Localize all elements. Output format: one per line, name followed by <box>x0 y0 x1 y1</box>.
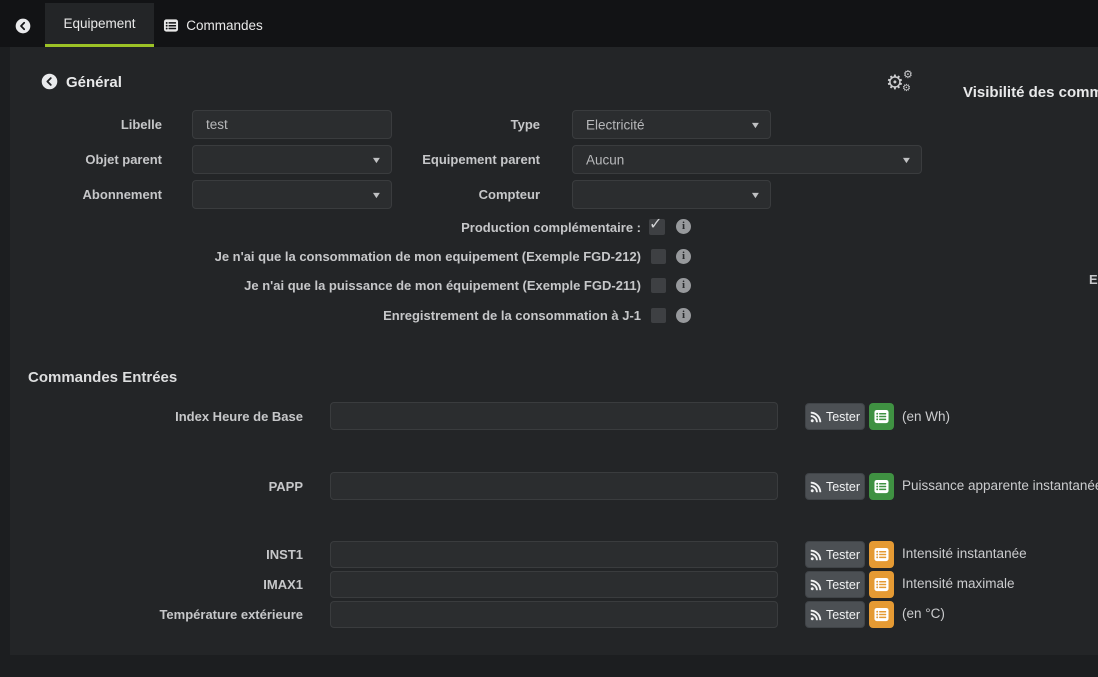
info-icon[interactable]: i <box>676 249 691 264</box>
tester-button[interactable]: Tester <box>805 601 865 628</box>
inst1-label: INST1 <box>60 547 303 562</box>
tab-equipement-label: Equipement <box>63 16 135 31</box>
papp-label: PAPP <box>60 479 303 494</box>
command-type-button[interactable] <box>869 473 894 500</box>
right-panel-partial-label: E <box>1089 272 1098 287</box>
caret-down-icon: ▼ <box>901 155 913 165</box>
type-label: Type <box>340 117 540 132</box>
tester-button[interactable]: Tester <box>805 571 865 598</box>
tester-button[interactable]: Tester <box>805 541 865 568</box>
temperature-exterieure-label: Température extérieure <box>60 607 303 622</box>
command-type-button[interactable] <box>869 571 894 598</box>
info-icon[interactable]: i <box>676 278 691 293</box>
temperature-exterieure-input[interactable] <box>330 601 778 628</box>
list-alt-icon <box>874 479 889 494</box>
enregistrement-j1-label: Enregistrement de la consommation à J-1 <box>140 308 641 323</box>
enregistrement-j1-checkbox[interactable] <box>651 308 666 323</box>
topbar: Equipement Commandes <box>0 0 1098 47</box>
imax1-input[interactable] <box>330 571 778 598</box>
conso-equipement-label: Je n'ai que la consommation de mon equip… <box>140 249 641 264</box>
general-section-title: Général <box>66 74 122 91</box>
conso-equipement-checkbox[interactable] <box>651 249 666 264</box>
list-alt-icon <box>874 607 889 622</box>
info-icon[interactable]: i <box>676 308 691 323</box>
caret-down-icon: ▼ <box>750 190 762 200</box>
objet-parent-label: Objet parent <box>20 152 162 167</box>
equipement-parent-select-value: Aucun <box>586 152 624 167</box>
type-select-value: Electricité <box>586 117 645 132</box>
production-complementaire-checkbox[interactable]: ✓ <box>649 219 665 235</box>
info-icon[interactable]: i <box>676 219 691 234</box>
list-alt-icon <box>874 577 889 592</box>
inst1-unit-label: Intensité instantanée <box>902 546 1027 561</box>
puissance-equipement-checkbox[interactable] <box>651 278 666 293</box>
check-icon: ✓ <box>649 214 662 234</box>
commandes-entrees-title: Commandes Entrées <box>28 369 177 386</box>
rss-icon <box>810 579 822 591</box>
papp-input[interactable] <box>330 472 778 500</box>
index-heure-base-input[interactable] <box>330 402 778 430</box>
caret-down-icon: ▼ <box>750 120 762 130</box>
temperature-unit-label: (en °C) <box>902 606 945 621</box>
rss-icon <box>810 609 822 621</box>
list-alt-icon <box>163 18 179 33</box>
tester-button[interactable]: Tester <box>805 473 865 500</box>
gears-icon[interactable]: ⚙ ⚙ ⚙ <box>886 70 918 98</box>
inst1-input[interactable] <box>330 541 778 568</box>
equipement-parent-select[interactable]: Aucun ▼ <box>572 145 922 174</box>
abonnement-label: Abonnement <box>20 187 162 202</box>
general-back-icon[interactable] <box>41 73 58 90</box>
rss-icon <box>810 549 822 561</box>
puissance-equipement-label: Je n'ai que la puissance de mon équipeme… <box>140 278 641 293</box>
compteur-select[interactable]: ▼ <box>572 180 771 209</box>
libelle-label: Libelle <box>20 117 162 132</box>
tab-equipement[interactable]: Equipement <box>45 3 154 47</box>
tab-commandes-label: Commandes <box>186 18 263 33</box>
imax1-label: IMAX1 <box>60 577 303 592</box>
index-unit-label: (en Wh) <box>902 409 950 424</box>
rss-icon <box>810 481 822 493</box>
type-select[interactable]: Electricité ▼ <box>572 110 771 139</box>
list-alt-icon <box>874 547 889 562</box>
tab-commandes[interactable]: Commandes <box>158 3 268 47</box>
compteur-label: Compteur <box>340 187 540 202</box>
command-type-button[interactable] <box>869 541 894 568</box>
command-type-button[interactable] <box>869 403 894 430</box>
visibility-section-title: Visibilité des commandes <box>963 84 1098 101</box>
tester-button[interactable]: Tester <box>805 403 865 430</box>
papp-unit-label: Puissance apparente instantanée <box>902 478 1098 493</box>
production-complementaire-label: Production complémentaire : <box>140 220 641 235</box>
back-icon[interactable] <box>15 18 31 34</box>
equipement-parent-label: Equipement parent <box>340 152 540 167</box>
list-alt-icon <box>874 409 889 424</box>
imax1-unit-label: Intensité maximale <box>902 576 1015 591</box>
rss-icon <box>810 411 822 423</box>
index-heure-base-label: Index Heure de Base <box>60 409 303 424</box>
command-type-button[interactable] <box>869 601 894 628</box>
